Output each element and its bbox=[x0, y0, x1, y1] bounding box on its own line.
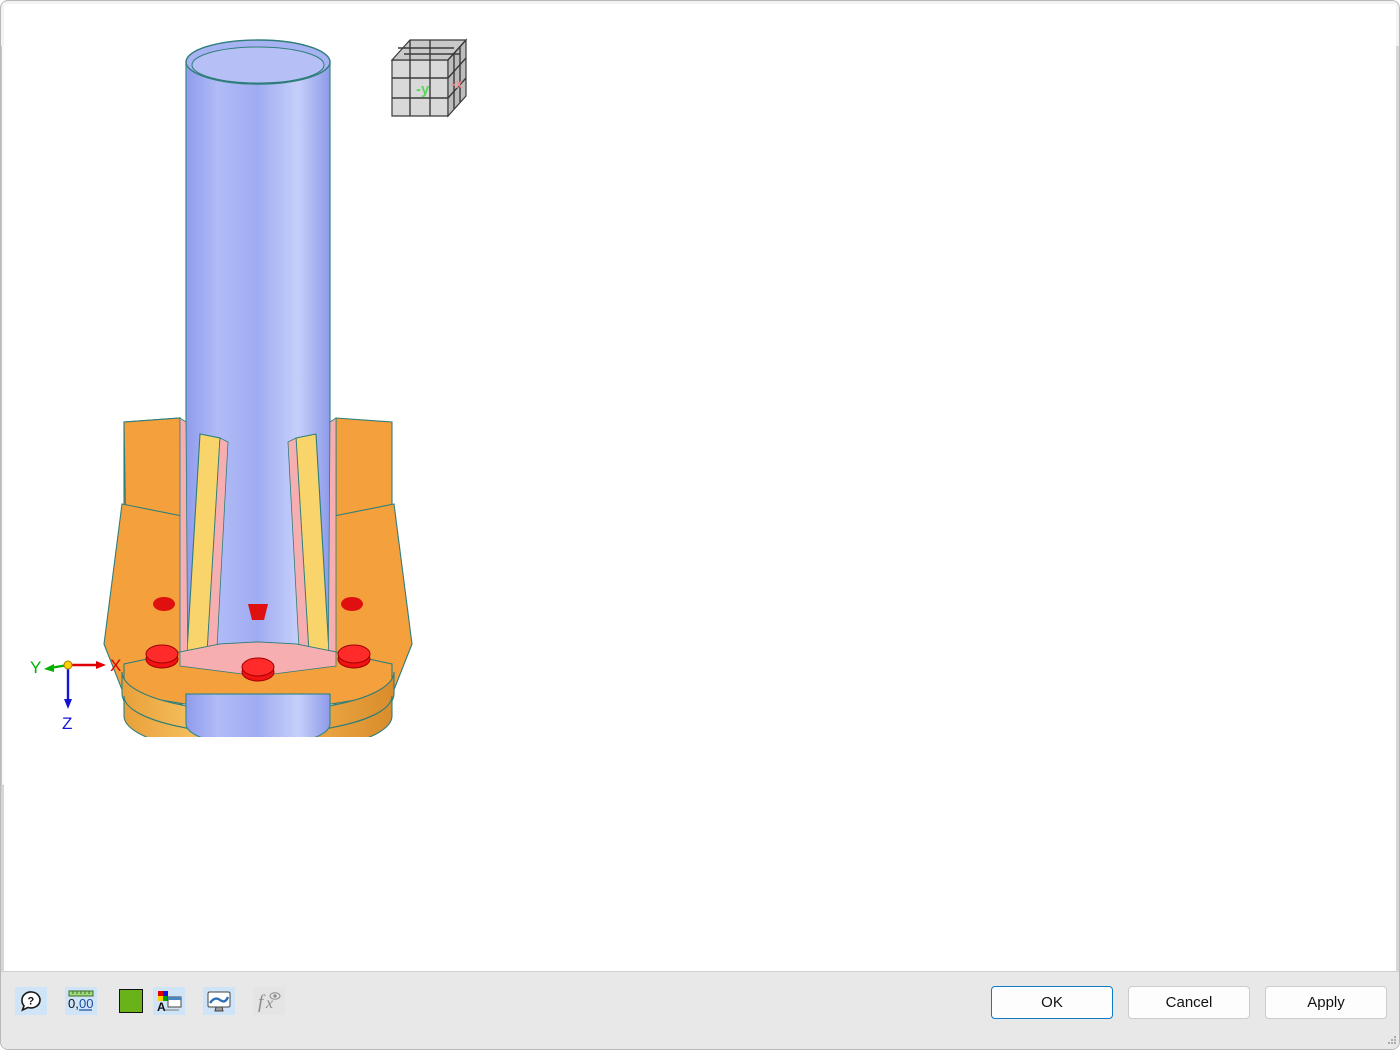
cancel-button[interactable]: Cancel bbox=[1128, 986, 1250, 1019]
apply-button[interactable]: Apply bbox=[1265, 986, 1387, 1019]
colors-and-text-button[interactable]: A bbox=[153, 987, 185, 1015]
resize-grip[interactable] bbox=[1386, 1034, 1398, 1046]
navcube-right-label: -x bbox=[451, 76, 463, 91]
visual-settings-button[interactable] bbox=[203, 987, 235, 1015]
svg-text:0,: 0, bbox=[68, 996, 79, 1011]
svg-text:?: ? bbox=[28, 996, 35, 1008]
dialog-footer: ? 0, 00 A f x OK Cancel Apply bbox=[1, 971, 1399, 1049]
svg-text:A: A bbox=[157, 1000, 166, 1013]
edit-steel-joint-dialog: Edit Steel Joint List 4 Nodes : 1 5 Node… bbox=[0, 0, 1400, 1050]
decimal-places-button[interactable]: 0, 00 bbox=[65, 987, 97, 1015]
dialog-buttons: OK Cancel Apply bbox=[976, 986, 1387, 1019]
navcube-front-label: -y bbox=[416, 81, 430, 98]
joint-3d-canvas[interactable]: -y -x X Y Z bbox=[4, 4, 1396, 1000]
svg-text:f: f bbox=[258, 992, 266, 1013]
joint-3d-view-panel: -y -x X Y Z bbox=[1, 1, 1398, 1048]
color-swatch-button[interactable] bbox=[115, 987, 147, 1015]
axis-y-label: Y bbox=[30, 658, 41, 677]
formula-button[interactable]: f x bbox=[253, 987, 285, 1015]
axis-x-label: X bbox=[110, 656, 121, 675]
footer-icon-bar: ? 0, 00 A f x bbox=[15, 987, 291, 1015]
svg-text:x: x bbox=[265, 995, 273, 1012]
axis-z-label: Z bbox=[62, 714, 72, 733]
svg-text:00: 00 bbox=[79, 996, 93, 1011]
ok-button[interactable]: OK bbox=[991, 986, 1113, 1019]
help-button[interactable]: ? bbox=[15, 987, 47, 1015]
